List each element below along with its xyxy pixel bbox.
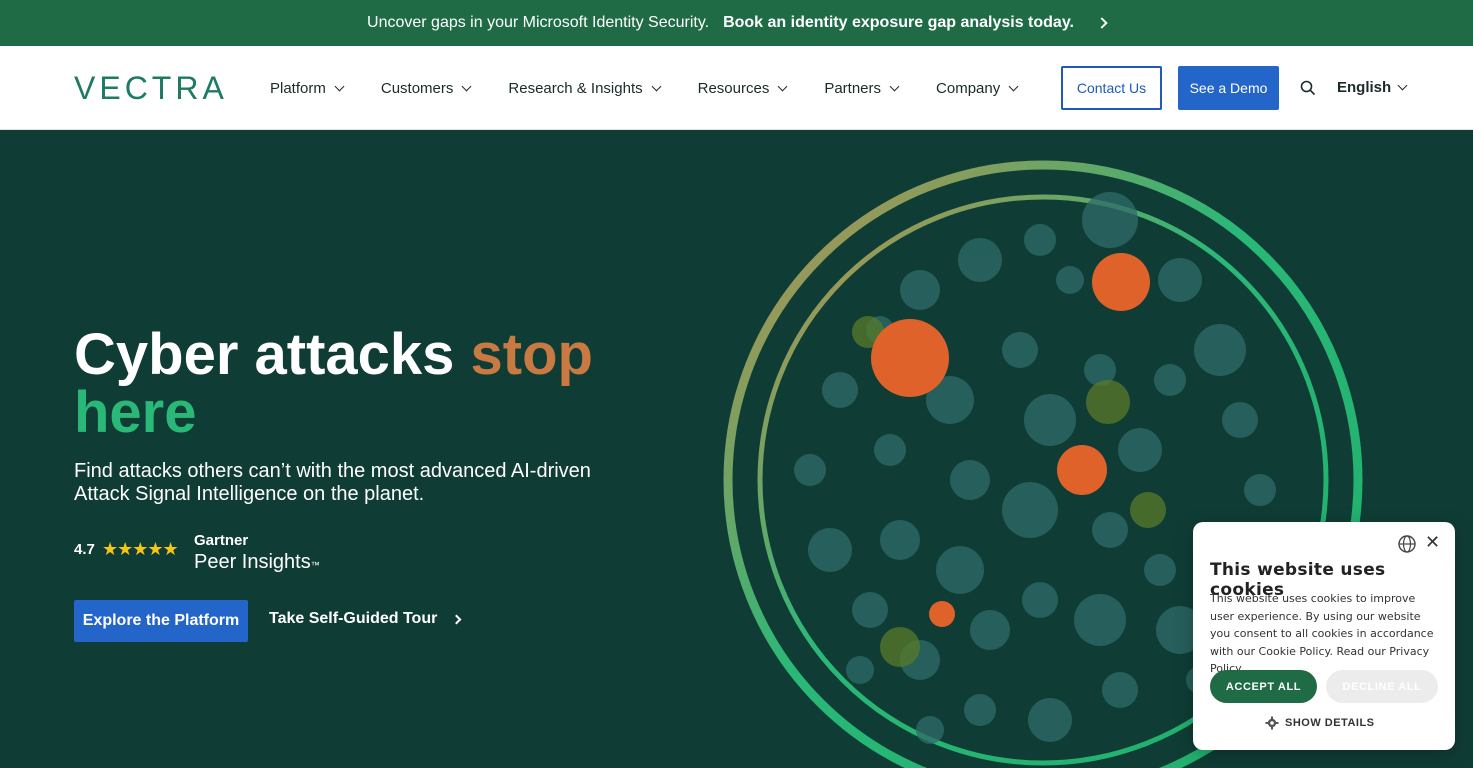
trademark-mark: ™ xyxy=(310,560,320,570)
cookie-consent-dialog: ✕ This website uses cookies This website… xyxy=(1193,522,1455,750)
nav-item-research-insights[interactable]: Research & Insights xyxy=(508,79,662,97)
site-header: VECTRA Platform Customers Research & Ins… xyxy=(0,46,1473,130)
banner-link[interactable]: Book an identity exposure gap analysis t… xyxy=(723,14,1074,32)
main-nav: Platform Customers Research & Insights R… xyxy=(270,46,1019,130)
vectra-logo[interactable]: VECTRA xyxy=(74,70,228,107)
gartner-peer-insights-logo[interactable]: Gartner Peer Insights™ xyxy=(194,532,320,574)
nav-item-customers[interactable]: Customers xyxy=(380,79,472,97)
show-details-button[interactable]: SHOW DETAILS xyxy=(1265,716,1375,730)
chevron-right-icon xyxy=(1096,17,1108,29)
hero-subtitle: Find attacks others can’t with the most … xyxy=(74,460,591,505)
nav-label: Company xyxy=(936,79,1001,97)
chevron-down-icon xyxy=(461,81,472,91)
nav-label: Resources xyxy=(697,79,770,97)
gartner-label: Gartner xyxy=(194,532,249,549)
globe-icon[interactable] xyxy=(1397,534,1417,554)
explore-platform-button[interactable]: Explore the Platform xyxy=(74,600,248,642)
hero-title-part1: Cyber attacks xyxy=(74,322,471,387)
orange-dots xyxy=(871,253,1150,627)
peer-insights-label: Peer Insights™ xyxy=(194,551,320,574)
language-label: English xyxy=(1337,79,1392,96)
rating-value: 4.7 xyxy=(74,541,95,558)
nav-label: Partners xyxy=(824,79,882,97)
self-guided-tour-link[interactable]: Take Self-Guided Tour xyxy=(269,610,462,628)
rating-stars: ★★★★★ xyxy=(102,539,179,559)
show-details-label: SHOW DETAILS xyxy=(1285,717,1375,729)
chevron-down-icon xyxy=(651,81,662,91)
cookie-body: This website uses cookies to improve use… xyxy=(1210,592,1434,675)
chevron-down-icon xyxy=(334,81,345,91)
gear-icon xyxy=(1265,716,1279,730)
tour-label: Take Self-Guided Tour xyxy=(269,610,438,627)
chevron-down-icon xyxy=(889,81,900,91)
nav-item-partners[interactable]: Partners xyxy=(824,79,900,97)
contact-us-button[interactable]: Contact Us xyxy=(1061,66,1162,110)
hero-title-part2: stop xyxy=(470,322,593,387)
banner-text: Uncover gaps in your Microsoft Identity … xyxy=(367,14,710,31)
hero-title-part3: here xyxy=(74,380,197,445)
decline-all-button[interactable]: DECLINE ALL xyxy=(1326,670,1438,703)
close-icon[interactable]: ✕ xyxy=(1425,532,1440,553)
nav-label: Platform xyxy=(270,79,326,97)
chevron-down-icon xyxy=(1397,80,1408,91)
language-selector[interactable]: English xyxy=(1337,79,1408,96)
hero-title: Cyber attacks stop here xyxy=(74,326,694,442)
nav-item-company[interactable]: Company xyxy=(936,79,1019,97)
nav-item-resources[interactable]: Resources xyxy=(697,79,788,97)
chevron-right-icon xyxy=(451,614,462,624)
chevron-down-icon xyxy=(777,81,788,91)
peer-insights-text: Peer Insights xyxy=(194,551,311,573)
top-banner[interactable]: Uncover gaps in your Microsoft Identity … xyxy=(0,0,1473,46)
nav-label: Customers xyxy=(380,79,454,97)
accept-all-button[interactable]: ACCEPT ALL xyxy=(1210,670,1317,703)
chevron-down-icon xyxy=(1008,81,1019,91)
nav-label: Research & Insights xyxy=(508,79,643,97)
search-icon[interactable] xyxy=(1300,80,1316,96)
see-demo-button[interactable]: See a Demo xyxy=(1178,66,1279,110)
nav-item-platform[interactable]: Platform xyxy=(270,79,345,97)
